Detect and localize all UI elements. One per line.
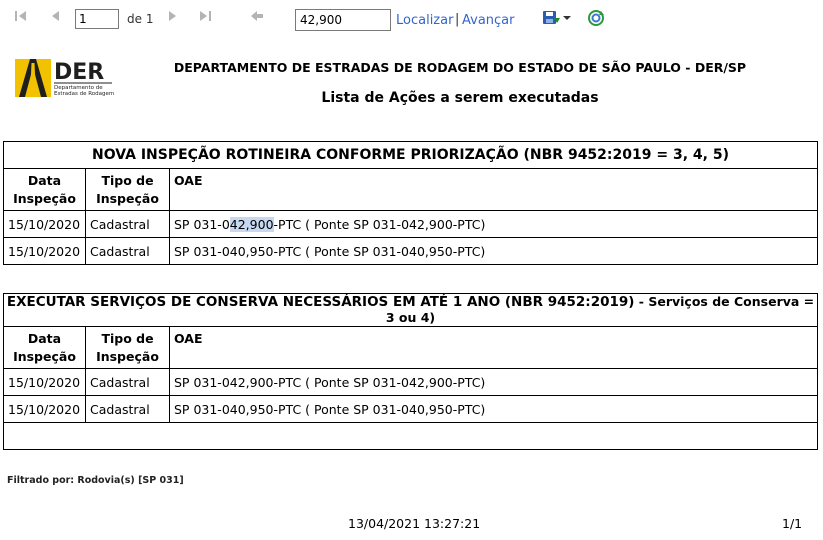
table-row: 15/10/2020 Cadastral SP 031-040,950-PTC … [3, 237, 818, 265]
table-row: 15/10/2020 Cadastral SP 031-040,950-PTC … [3, 395, 818, 423]
cell-oae: SP 031-040,950-PTC ( Ponte SP 031-040,95… [169, 237, 818, 265]
cell-oae: SP 031-040,950-PTC ( Ponte SP 031-040,95… [169, 395, 818, 423]
filter-text: Filtrado por: Rodovia(s) [SP 031] [7, 475, 184, 486]
oae-text-post: -PTC ( Ponte SP 031-042,900-PTC) [273, 216, 486, 232]
timestamp: 13/04/2021 13:27:21 [348, 516, 481, 531]
find-next-link[interactable]: Avançar [462, 13, 515, 28]
column-header-date: Data Inspeção [3, 326, 86, 369]
back-icon[interactable] [248, 9, 266, 27]
report-toolbar: de 1 Localizar | Avançar [0, 0, 823, 38]
cell-type: Cadastral [85, 395, 170, 423]
page-total-text: de 1 [127, 12, 154, 26]
refresh-icon[interactable] [587, 9, 605, 27]
table-row: 15/10/2020 Cadastral SP 031-042,900-PTC … [3, 210, 818, 238]
find-link[interactable]: Localizar [396, 13, 453, 28]
first-page-icon[interactable] [12, 9, 30, 27]
column-header-oae: OAE [169, 326, 818, 369]
cell-type: Cadastral [85, 237, 170, 265]
previous-page-icon[interactable] [47, 9, 65, 27]
cell-date: 15/10/2020 [3, 368, 86, 396]
column-header-type: Tipo de Inspeção [85, 168, 170, 211]
section-table-2: EXECUTAR SERVIÇOS DE CONSERVA NECESSÁRIO… [3, 293, 818, 450]
organization-title: DEPARTAMENTO DE ESTRADAS DE RODAGEM DO E… [173, 60, 747, 75]
logo-text: DER [54, 60, 104, 85]
last-page-icon[interactable] [196, 9, 214, 27]
cell-oae: SP 031-042,900-PTC ( Ponte SP 031-042,90… [169, 210, 818, 238]
find-text-input[interactable] [295, 9, 391, 31]
footer-divider [3, 449, 805, 450]
blank-cell [3, 422, 818, 450]
column-header-date: Data Inspeção [3, 168, 86, 211]
table-row: 15/10/2020 Cadastral SP 031-042,900-PTC … [3, 368, 818, 396]
section-title: NOVA INSPEÇÃO ROTINEIRA CONFORME PRIORIZ… [3, 141, 818, 169]
separator: | [455, 12, 460, 27]
cell-type: Cadastral [85, 368, 170, 396]
cell-type: Cadastral [85, 210, 170, 238]
dropdown-arrow-icon[interactable] [562, 9, 572, 27]
cell-oae: SP 031-042,900-PTC ( Ponte SP 031-042,90… [169, 368, 818, 396]
der-logo: DER Departamento de Estradas de Rodagem [15, 57, 115, 99]
report-title: Lista de Ações a serem executadas [321, 90, 599, 106]
logo-subtitle-line2: Estradas de Rodagem [54, 91, 114, 97]
save-export-icon[interactable] [540, 9, 562, 27]
column-header-type: Tipo de Inspeção [85, 326, 170, 369]
cell-date: 15/10/2020 [3, 237, 86, 265]
page-count: 1/1 [782, 516, 803, 531]
cell-date: 15/10/2020 [3, 210, 86, 238]
section-title: EXECUTAR SERVIÇOS DE CONSERVA NECESSÁRIO… [3, 293, 818, 327]
blank-row [3, 422, 818, 450]
page-number-input[interactable] [75, 9, 119, 29]
section-table-1: NOVA INSPEÇÃO ROTINEIRA CONFORME PRIORIZ… [3, 141, 818, 265]
cell-date: 15/10/2020 [3, 395, 86, 423]
next-page-icon[interactable] [163, 9, 181, 27]
column-header-oae: OAE [169, 168, 818, 211]
oae-text-pre: SP 031-0 [174, 216, 230, 232]
search-highlight: 42,900 [229, 216, 274, 232]
section-title-main: EXECUTAR SERVIÇOS DE CONSERVA NECESSÁRIO… [6, 294, 635, 310]
